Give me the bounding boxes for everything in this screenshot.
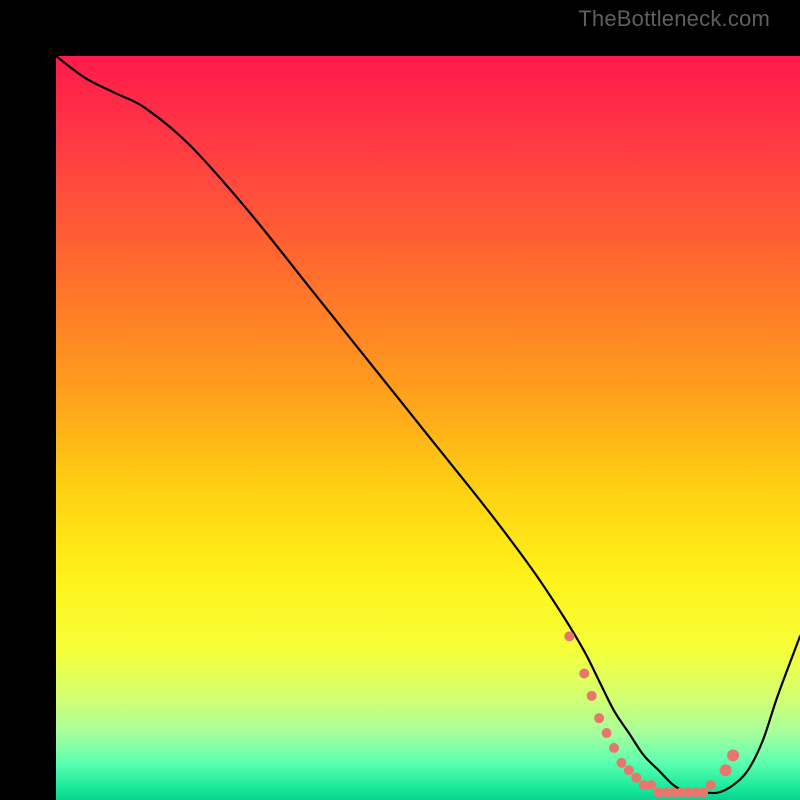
plot-area: [56, 56, 800, 800]
marker-point: [594, 713, 604, 723]
marker-point: [579, 669, 589, 679]
marker-point: [602, 728, 612, 738]
marker-point: [727, 749, 739, 761]
marker-point: [564, 631, 574, 641]
marker-point: [609, 743, 619, 753]
marker-point: [616, 758, 626, 768]
chart-frame: [28, 28, 772, 772]
gradient-background: [56, 56, 800, 800]
chart-svg: [56, 56, 800, 800]
marker-point: [698, 788, 708, 798]
marker-point: [624, 765, 634, 775]
marker-point: [706, 780, 716, 790]
marker-point: [631, 773, 641, 783]
marker-point: [720, 764, 732, 776]
watermark-text: TheBottleneck.com: [578, 6, 770, 32]
marker-point: [587, 691, 597, 701]
marker-point: [646, 780, 656, 790]
